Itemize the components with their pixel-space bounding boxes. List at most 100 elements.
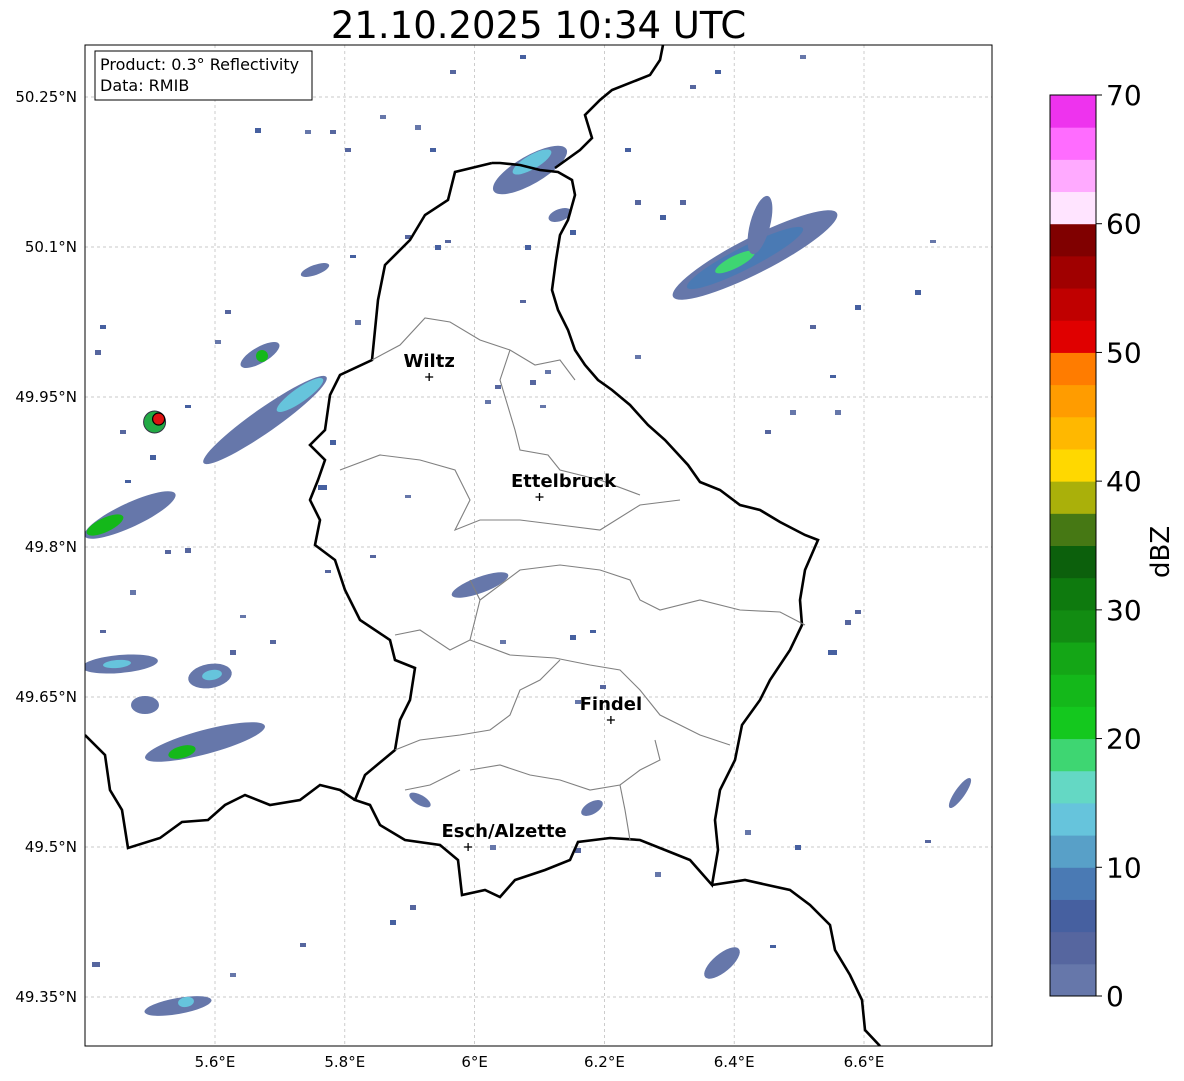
echo-pixel	[855, 610, 861, 614]
echo-pixel	[828, 650, 837, 655]
colorbar-segment	[1050, 127, 1096, 160]
city-label: Esch/Alzette	[441, 821, 566, 842]
echo-pixel	[450, 70, 456, 74]
echo-pixel	[830, 375, 836, 378]
echo-pixel	[100, 630, 106, 633]
product-label: Product: 0.3° Reflectivity	[100, 55, 299, 74]
echo-pixel	[165, 550, 171, 554]
data-source-label: Data: RMIB	[100, 76, 189, 95]
echo-pixel	[810, 325, 816, 329]
echo-pixel	[770, 945, 776, 948]
echo-pixel	[570, 230, 576, 235]
echo-pixel	[230, 650, 236, 655]
colorbar-segment	[1050, 642, 1096, 675]
colorbar-segment	[1050, 384, 1096, 418]
echo-pixel	[500, 640, 506, 644]
colorbar-tick-label: 70	[1106, 79, 1142, 112]
echo-pixel	[765, 430, 771, 434]
echo-pixel	[230, 973, 236, 977]
echo-pixel	[95, 350, 101, 355]
colorbar-segment	[1050, 963, 1096, 997]
echo-pixel	[300, 943, 306, 947]
echo-pixel	[330, 440, 336, 445]
echo-pixel	[120, 430, 126, 434]
echo-pixel	[530, 380, 536, 385]
echo-pixel	[625, 148, 631, 152]
radar-map: 5.6°E 5.8°E 6°E 6.2°E 6.4°E 6.6°E 50.25°N 50.1°…	[15, 44, 1142, 1071]
echo-pixel	[355, 320, 361, 325]
lon-tick-label: 6.2°E	[584, 1053, 625, 1071]
echo-pixel	[835, 410, 841, 415]
echo-pixel	[570, 635, 576, 640]
echo-pixel	[490, 845, 496, 850]
echo-pixel	[130, 590, 136, 595]
echo-pixel	[655, 872, 661, 877]
colorbar-segment	[1050, 867, 1096, 900]
colorbar-tick-label: 10	[1106, 851, 1142, 884]
colorbar-segment	[1050, 609, 1096, 643]
lon-tick-label: 6°E	[461, 1053, 488, 1071]
echo-pixel	[925, 840, 931, 843]
lat-tick-label: 49.8°N	[25, 538, 77, 556]
echo-pixel	[855, 305, 861, 310]
echo-pixel	[520, 55, 526, 59]
echo-pixel	[125, 480, 131, 483]
echo-pixel	[100, 325, 106, 329]
colorbar-segment	[1050, 770, 1096, 804]
echo-pixel	[92, 962, 100, 967]
echo-pixel	[430, 148, 436, 152]
colorbar-segment	[1050, 802, 1096, 836]
echo-pixel	[415, 125, 421, 130]
colorbar-segment	[1050, 448, 1096, 482]
colorbar-segment	[1050, 223, 1096, 257]
colorbar-segment	[1050, 159, 1096, 193]
lon-tick-label: 5.6°E	[195, 1053, 236, 1071]
lat-tick-label: 49.65°N	[15, 688, 77, 706]
echo-pixel	[305, 130, 311, 134]
city-label: Findel	[580, 694, 643, 715]
echo-pixel	[270, 640, 276, 644]
colorbar-tick-label: 20	[1106, 723, 1142, 756]
echo-pixel	[225, 310, 231, 314]
echo-pixel	[745, 830, 751, 835]
city-label: Ettelbruck	[511, 471, 617, 492]
colorbar-segment	[1050, 899, 1096, 933]
echo-pixel	[790, 410, 796, 415]
colorbar-segment	[1050, 352, 1096, 386]
echo-pixel	[390, 920, 396, 925]
echo-pixel	[800, 55, 806, 59]
lon-tick-label: 5.8°E	[324, 1053, 365, 1071]
lat-tick-label: 49.35°N	[15, 988, 77, 1006]
echo-pixel	[715, 70, 721, 74]
echo-cell	[256, 350, 268, 362]
colorbar-segment	[1050, 481, 1096, 514]
colorbar-tick-label: 60	[1106, 208, 1142, 241]
colorbar-tick-label: 30	[1106, 594, 1142, 627]
echo-pixel	[635, 355, 641, 359]
echo-pixel	[795, 845, 801, 850]
echo-cell	[131, 696, 159, 714]
plot-area	[85, 45, 992, 1046]
echo-pixel	[215, 340, 221, 344]
colorbar-segment	[1050, 706, 1096, 740]
echo-pixel	[410, 905, 416, 910]
echo-pixel	[240, 615, 246, 618]
echo-pixel	[545, 370, 551, 374]
echo-pixel	[435, 245, 441, 250]
echo-pixel	[930, 240, 936, 243]
colorbar-segment	[1050, 320, 1096, 353]
lon-tick-label: 6.6°E	[844, 1053, 885, 1071]
radar-site-marker	[151, 412, 166, 426]
lat-tick-label: 50.25°N	[15, 88, 77, 106]
echo-pixel	[495, 385, 501, 389]
echo-pixel	[345, 148, 351, 152]
colorbar-segment	[1050, 545, 1096, 579]
echo-pixel	[325, 570, 331, 573]
echo-pixel	[600, 685, 606, 689]
colorbar-segment	[1050, 95, 1096, 128]
echo-pixel	[370, 555, 376, 558]
echo-pixel	[590, 630, 596, 633]
colorbar-tick-label: 0	[1106, 980, 1124, 1013]
colorbar-segment	[1050, 674, 1096, 707]
lat-tick-label: 49.95°N	[15, 388, 77, 406]
